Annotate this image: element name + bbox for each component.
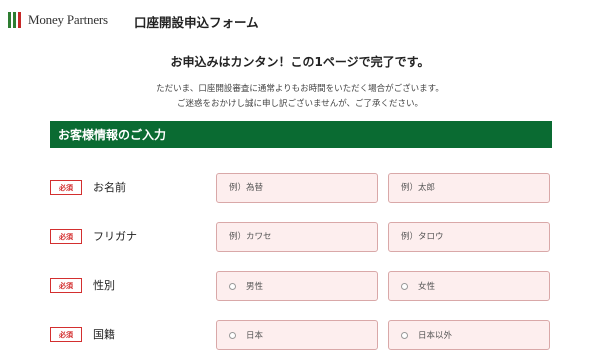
furigana-label: フリガナ (93, 230, 137, 243)
required-badge: 必須 (50, 180, 82, 195)
nationality-japan-label: 日本 (246, 331, 264, 341)
gender-row: 必須 性別 男性 女性 (0, 271, 600, 303)
gender-label: 性別 (93, 279, 115, 292)
name-row: 必須 お名前 (0, 173, 600, 205)
section-title: お客様情報のご入力 (58, 128, 167, 142)
gender-female-label: 女性 (418, 282, 436, 292)
furigana-row: 必須 フリガナ (0, 222, 600, 254)
required-badge: 必須 (50, 278, 82, 293)
header: Money Partners 口座開設申込フォーム (0, 0, 600, 40)
section-header: お客様情報のご入力 (50, 121, 552, 148)
gender-female-radio[interactable]: 女性 (388, 271, 550, 301)
nationality-other-radio[interactable]: 日本以外 (388, 320, 550, 350)
radio-circle-icon (401, 331, 408, 339)
required-badge: 必須 (50, 229, 82, 244)
page: Money Partners 口座開設申込フォーム お申込みはカンタン！この1ペ… (0, 0, 600, 362)
intro-note-line2: ご迷惑をおかけし誠に申し訳ございませんが、ご了承ください。 (176, 99, 424, 109)
intro-headline: お申込みはカンタン！この1ページで完了です。 (170, 55, 430, 69)
gender-male-label: 男性 (246, 282, 264, 292)
name-label: お名前 (93, 181, 126, 194)
logo-bars-icon (8, 12, 23, 28)
required-badge: 必須 (50, 327, 82, 342)
first-name-kana-input[interactable] (388, 222, 550, 252)
nationality-row: 必須 国籍 日本 日本以外 (0, 320, 600, 352)
first-name-input[interactable] (388, 173, 550, 203)
last-name-kana-input[interactable] (216, 222, 378, 252)
intro-note-line1: ただいま、口座開設審査に通常よりもお時間をいただく場合がございます。 (156, 84, 444, 94)
page-title: 口座開設申込フォーム (134, 15, 259, 30)
gender-male-radio[interactable]: 男性 (216, 271, 378, 301)
radio-circle-icon (229, 331, 236, 339)
brand-logo[interactable]: Money Partners (8, 11, 108, 29)
radio-circle-icon (401, 282, 408, 290)
nationality-label: 国籍 (93, 328, 115, 341)
radio-circle-icon (229, 282, 236, 290)
last-name-input[interactable] (216, 173, 378, 203)
brand-name: Money Partners (28, 12, 108, 27)
nationality-other-label: 日本以外 (418, 331, 453, 341)
nationality-japan-radio[interactable]: 日本 (216, 320, 378, 350)
